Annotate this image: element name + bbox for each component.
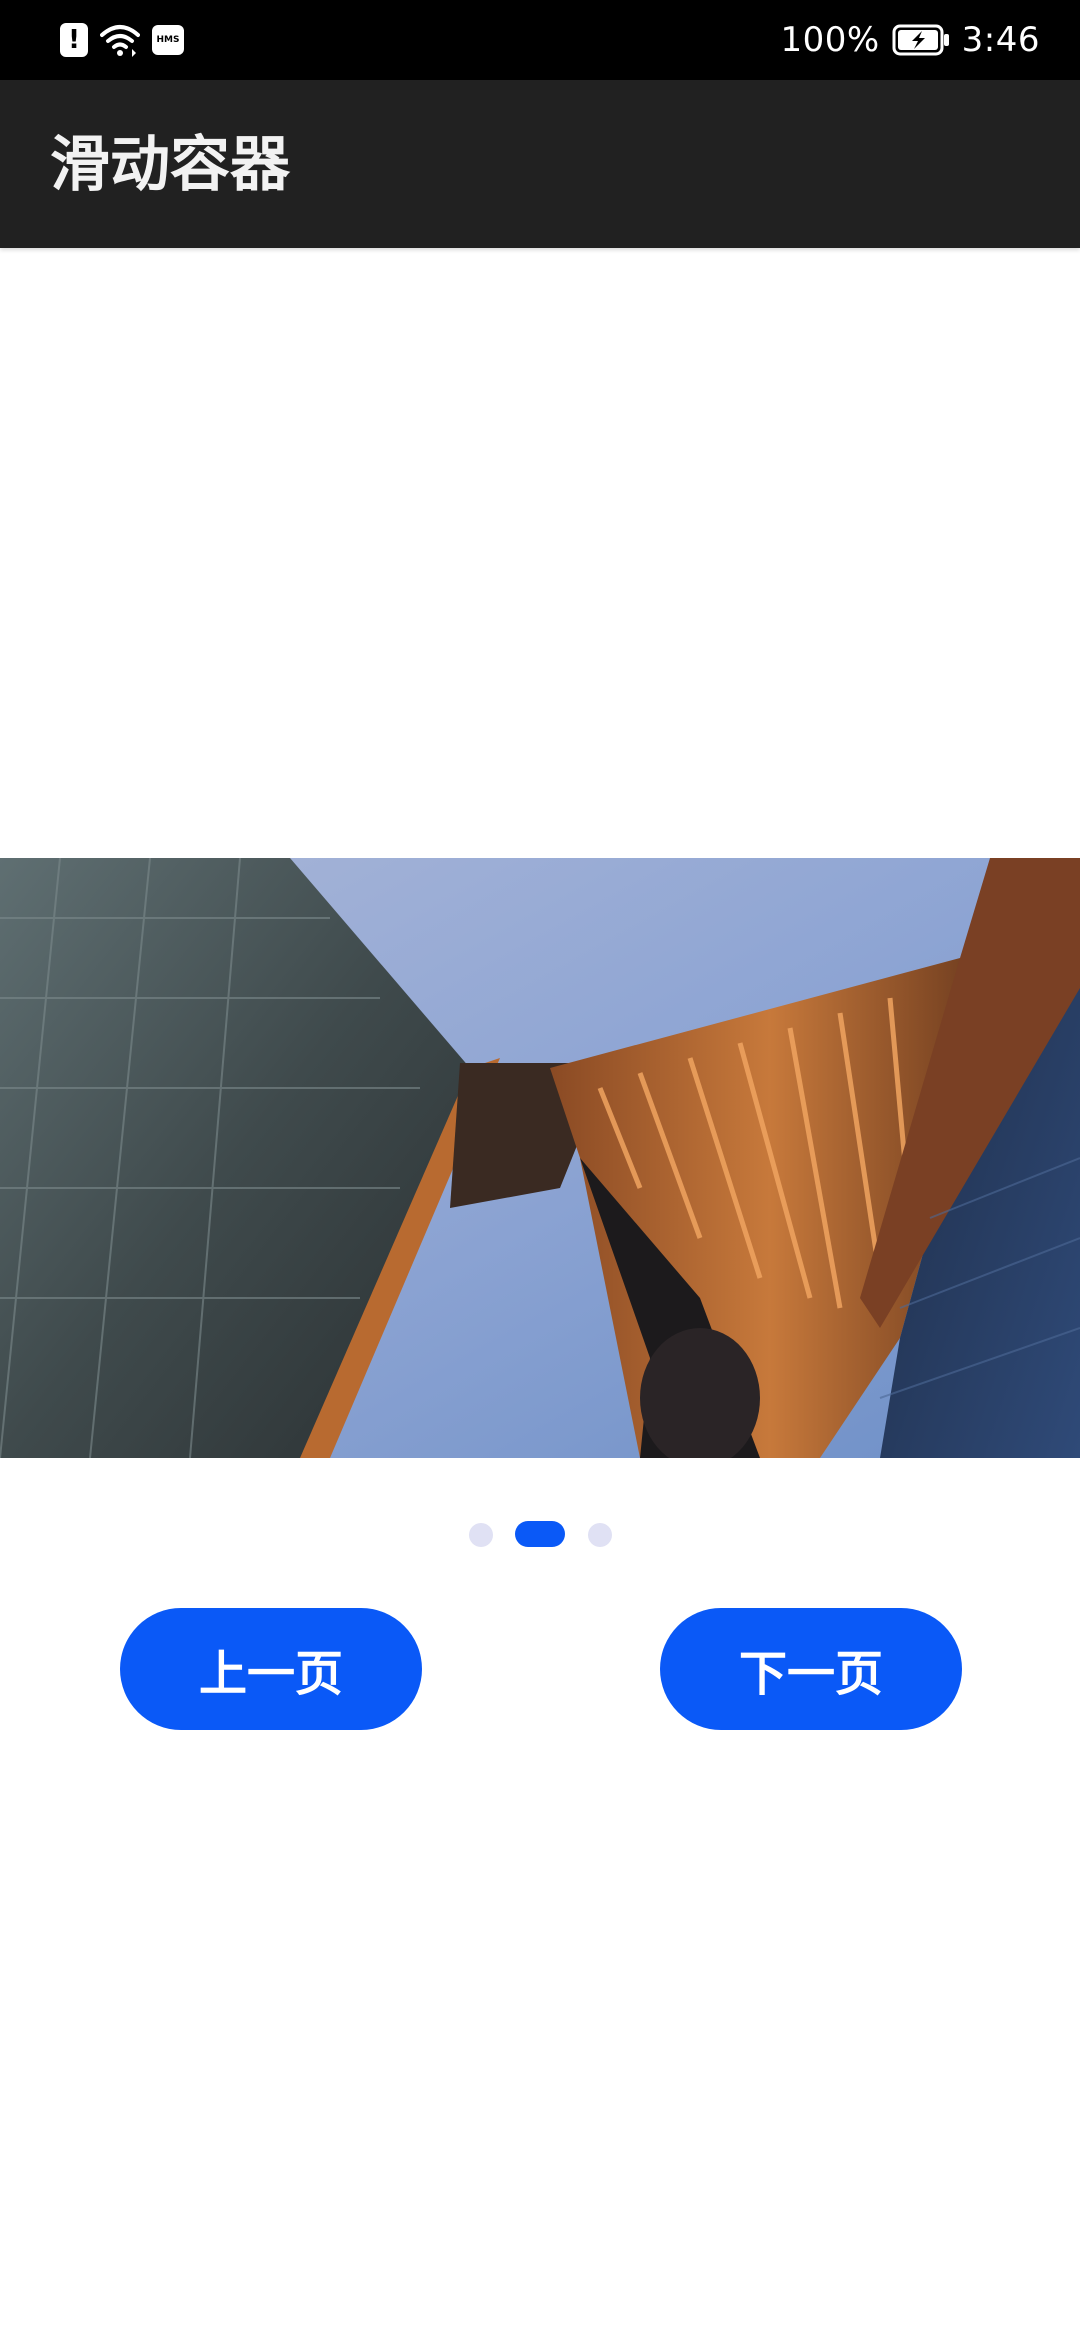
alert-icon: ! <box>60 23 88 57</box>
app-bar: 滑动容器 <box>0 80 1080 248</box>
indicator-dot[interactable] <box>588 1523 612 1547</box>
building-photo <box>0 858 1080 1458</box>
status-left-icons: ! HMS <box>60 20 184 60</box>
indicator-dot-active[interactable] <box>515 1521 565 1547</box>
prev-page-button[interactable]: 上一页 <box>120 1608 422 1730</box>
battery-charging-icon <box>892 24 950 56</box>
status-bar: ! HMS 100% 3:46 <box>0 0 1080 80</box>
clock: 3:46 <box>961 20 1040 60</box>
page-indicator <box>0 1521 1080 1549</box>
swiper-container[interactable] <box>0 858 1080 1458</box>
status-right: 100% 3:46 <box>780 14 1040 66</box>
indicator-dot[interactable] <box>469 1523 493 1547</box>
next-page-button[interactable]: 下一页 <box>660 1608 962 1730</box>
battery-percent: 100% <box>780 20 880 60</box>
wifi-icon <box>100 23 140 57</box>
page-title: 滑动容器 <box>50 130 290 200</box>
hms-icon: HMS <box>152 25 184 55</box>
